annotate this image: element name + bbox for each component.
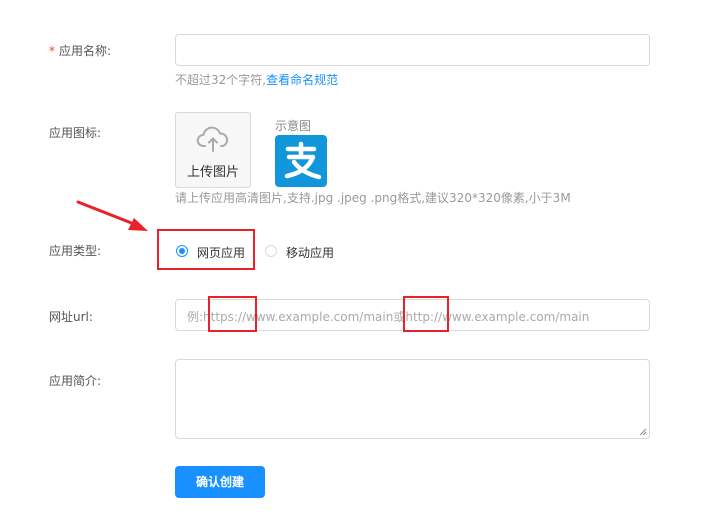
app-name-hint: 不超过32个字符,查看命名规范 <box>175 71 338 88</box>
mobile-app-radio[interactable] <box>265 245 277 257</box>
app-name-label-text: 应用名称: <box>59 44 112 58</box>
app-icon-hint: 请上传应用高清图片,支持.jpg .jpeg .png格式,建议320*320像… <box>175 191 571 205</box>
app-name-hint-text: 不超过32个字符, <box>175 73 267 87</box>
upload-image-button[interactable]: 上传图片 <box>175 112 251 188</box>
annotation-box-https <box>208 296 257 332</box>
confirm-create-button[interactable]: 确认创建 <box>175 466 265 498</box>
alipay-logo-icon <box>275 135 327 187</box>
annotation-box-http <box>403 296 449 332</box>
app-name-input[interactable] <box>175 34 650 66</box>
app-name-label: * 应用名称: <box>49 42 111 59</box>
description-label: 应用简介: <box>49 374 102 388</box>
sample-image-label: 示意图 <box>275 119 312 133</box>
annotation-arrow-icon <box>76 200 148 231</box>
app-type-label: 应用类型: <box>49 244 102 258</box>
naming-rules-link[interactable]: 查看命名规范 <box>266 73 338 87</box>
description-textarea[interactable] <box>175 359 650 439</box>
app-icon-label: 应用图标: <box>49 126 102 140</box>
required-mark: * <box>49 44 55 58</box>
annotation-box-web-app <box>157 229 255 270</box>
url-label: 网址url: <box>49 310 93 324</box>
upload-image-label: 上传图片 <box>186 165 239 180</box>
resize-handle-icon[interactable] <box>639 428 647 436</box>
upload-cloud-icon <box>196 126 229 152</box>
mobile-app-radio-label[interactable]: 移动应用 <box>286 244 334 261</box>
